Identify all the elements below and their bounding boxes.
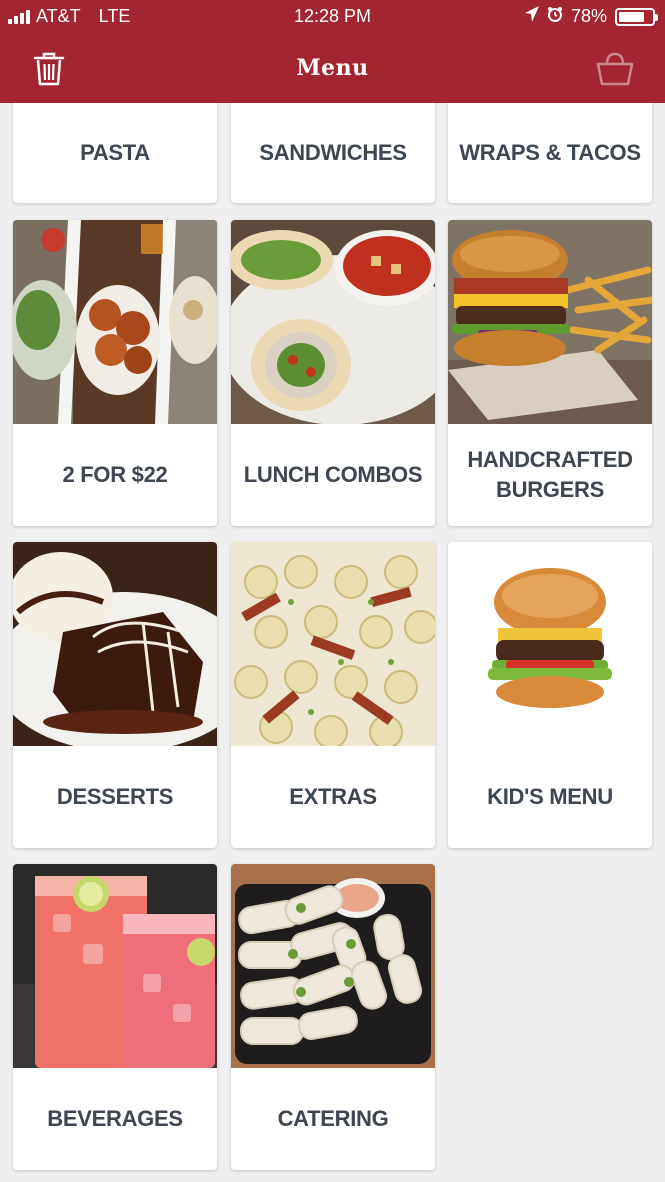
category-card-desserts[interactable]: DESSERTS [13, 542, 217, 848]
category-card-beverages[interactable]: BEVERAGES [13, 864, 217, 1170]
category-image [13, 220, 217, 424]
category-image [13, 542, 217, 746]
category-card-kids-menu[interactable]: KID'S MENU [448, 542, 652, 848]
alarm-icon [547, 6, 563, 27]
category-image [231, 542, 435, 746]
category-label: WRAPS & TACOS [459, 140, 641, 165]
category-label: SANDWICHES [259, 140, 407, 165]
battery-icon [615, 7, 658, 26]
category-image [13, 864, 217, 1068]
category-label: HANDCRAFTED BURGERS [467, 447, 633, 502]
category-label: DESSERTS [56, 784, 174, 809]
category-label: 2 FOR $22 [62, 462, 168, 487]
category-card-lunch-combos[interactable]: LUNCH COMBOS [231, 220, 435, 526]
category-card-catering[interactable]: CATERING [231, 864, 435, 1170]
category-card-wraps-tacos[interactable]: WRAPS & TACOS [448, 95, 652, 203]
location-icon [524, 6, 539, 27]
category-card-2-for-22[interactable]: 2 FOR $22 [13, 220, 217, 526]
category-label: LUNCH COMBOS [243, 462, 423, 487]
app-header: AT&T LTE 12:28 PM 78% Menu [0, 0, 665, 103]
category-label: CATERING [277, 1106, 389, 1131]
category-label: EXTRAS [289, 784, 377, 809]
cart-button[interactable] [595, 50, 635, 88]
basket-icon [595, 52, 635, 92]
battery-percent: 78% [570, 6, 607, 26]
battery-fill [619, 11, 644, 22]
category-card-handcrafted-burgers[interactable]: HANDCRAFTED BURGERS [448, 220, 652, 526]
category-card-sandwiches[interactable]: SANDWICHES [231, 95, 435, 203]
category-image [448, 220, 652, 424]
category-card-pasta[interactable]: PASTA [13, 95, 217, 203]
category-image [231, 220, 435, 424]
status-bar: AT&T LTE 12:28 PM 78% [0, 0, 665, 34]
category-label: KID'S MENU [487, 784, 613, 809]
category-label: PASTA [80, 140, 150, 165]
category-grid: PASTA SANDWICHES WRAPS & TACOS 2 FOR $22… [0, 0, 665, 1182]
category-image [448, 542, 652, 746]
category-label: BEVERAGES [47, 1106, 183, 1131]
page-title: Menu [296, 55, 369, 81]
category-image [231, 864, 435, 1068]
category-card-extras[interactable]: EXTRAS [231, 542, 435, 848]
